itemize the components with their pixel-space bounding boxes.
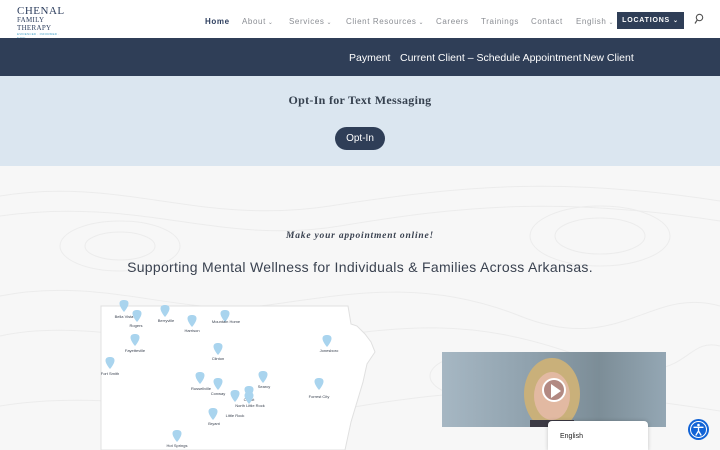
chevron-down-icon: ⌄ xyxy=(267,20,274,26)
nav-item-home[interactable]: Home xyxy=(205,17,230,26)
map-location-label: Bella Vista xyxy=(115,314,135,319)
search-icon[interactable] xyxy=(694,12,704,24)
map-location-label: Harrison xyxy=(184,328,199,333)
locations-label: LOCATIONS xyxy=(622,17,671,24)
nav-item-services[interactable]: Services ⌄ xyxy=(289,17,332,26)
optin-section: Opt-In for Text Messaging Opt-In xyxy=(0,76,720,166)
payment-link[interactable]: Payment xyxy=(349,52,390,64)
logo-line2: FAMILY THERAPY xyxy=(17,16,52,32)
nav-label: Client Resources xyxy=(346,17,417,26)
nav-item-client-resources[interactable]: Client Resources ⌄ xyxy=(346,17,424,26)
chevron-down-icon: ⌄ xyxy=(418,20,425,26)
map-location-label: North Little Rock xyxy=(235,403,265,408)
map-location-label: Searcy xyxy=(258,384,270,389)
map-location-label: Conway xyxy=(211,391,225,396)
headline: Supporting Mental Wellness for Individua… xyxy=(127,259,593,275)
nav-item-trainings[interactable]: Trainings xyxy=(481,17,519,26)
nav-label: Careers xyxy=(436,17,469,26)
map-location-label: Bryant xyxy=(208,421,220,426)
map-location-label: Fayetteville xyxy=(125,348,146,353)
language-label: English xyxy=(560,433,583,440)
map-location-label: Russellville xyxy=(191,386,212,391)
locations-button[interactable]: LOCATIONS ⌄ xyxy=(617,12,684,29)
schedule-appointment-link[interactable]: Current Client – Schedule Appointment xyxy=(400,52,582,64)
site-header: CHENAL FAMILY THERAPY EVIDENCED · INFORM… xyxy=(0,0,720,41)
accessibility-icon[interactable] xyxy=(688,419,709,440)
map-location-label: Forrest City xyxy=(309,394,330,399)
nav-label: Trainings xyxy=(481,17,520,26)
language-selector-widget[interactable]: English xyxy=(548,421,648,450)
optin-title: Opt-In for Text Messaging xyxy=(288,93,432,107)
map-location-label: Mountain Home xyxy=(212,319,241,324)
chevron-down-icon: ⌄ xyxy=(673,18,679,24)
logo-line1: CHENAL xyxy=(17,5,65,17)
nav-label: Contact xyxy=(531,17,563,26)
optin-button-label: Opt-In xyxy=(346,133,374,144)
tagline: Make your appointment online! xyxy=(285,231,435,241)
nav-label: Home xyxy=(205,17,230,26)
nav-item-about[interactable]: About ⌄ xyxy=(242,17,274,26)
nav-item-careers[interactable]: Careers xyxy=(436,17,469,26)
map-location-label: Jonesboro xyxy=(320,348,339,353)
arkansas-map: Bella Vista Rogers Berryville Harrison Mount… xyxy=(100,300,376,450)
secondary-nav: Payment Current Client – Schedule Appoin… xyxy=(0,38,720,76)
map-location-label: Hot Springs xyxy=(167,443,188,448)
map-location-label: Little Rock xyxy=(226,413,245,418)
logo[interactable]: CHENAL FAMILY THERAPY EVIDENCED · INFORM… xyxy=(17,5,67,41)
optin-button[interactable]: Opt-In xyxy=(335,127,385,150)
new-client-link[interactable]: New Client xyxy=(583,52,634,64)
nav-item-contact[interactable]: Contact xyxy=(531,17,563,26)
chevron-down-icon: ⌄ xyxy=(326,20,333,26)
map-location-label: Fort Smith xyxy=(101,371,119,376)
nav-item-language[interactable]: English ⌄ xyxy=(576,17,614,26)
nav-label: English xyxy=(576,17,607,26)
nav-label: About xyxy=(242,17,266,26)
hero-section: Make your appointment online! Supporting… xyxy=(0,166,720,450)
map-location-label: Rogers xyxy=(130,323,143,328)
map-location-label: Clinton xyxy=(212,356,224,361)
play-icon[interactable] xyxy=(542,378,566,402)
chevron-down-icon: ⌄ xyxy=(608,20,615,26)
map-location-label: Berryville xyxy=(158,318,175,323)
nav-label: Services xyxy=(289,17,325,26)
